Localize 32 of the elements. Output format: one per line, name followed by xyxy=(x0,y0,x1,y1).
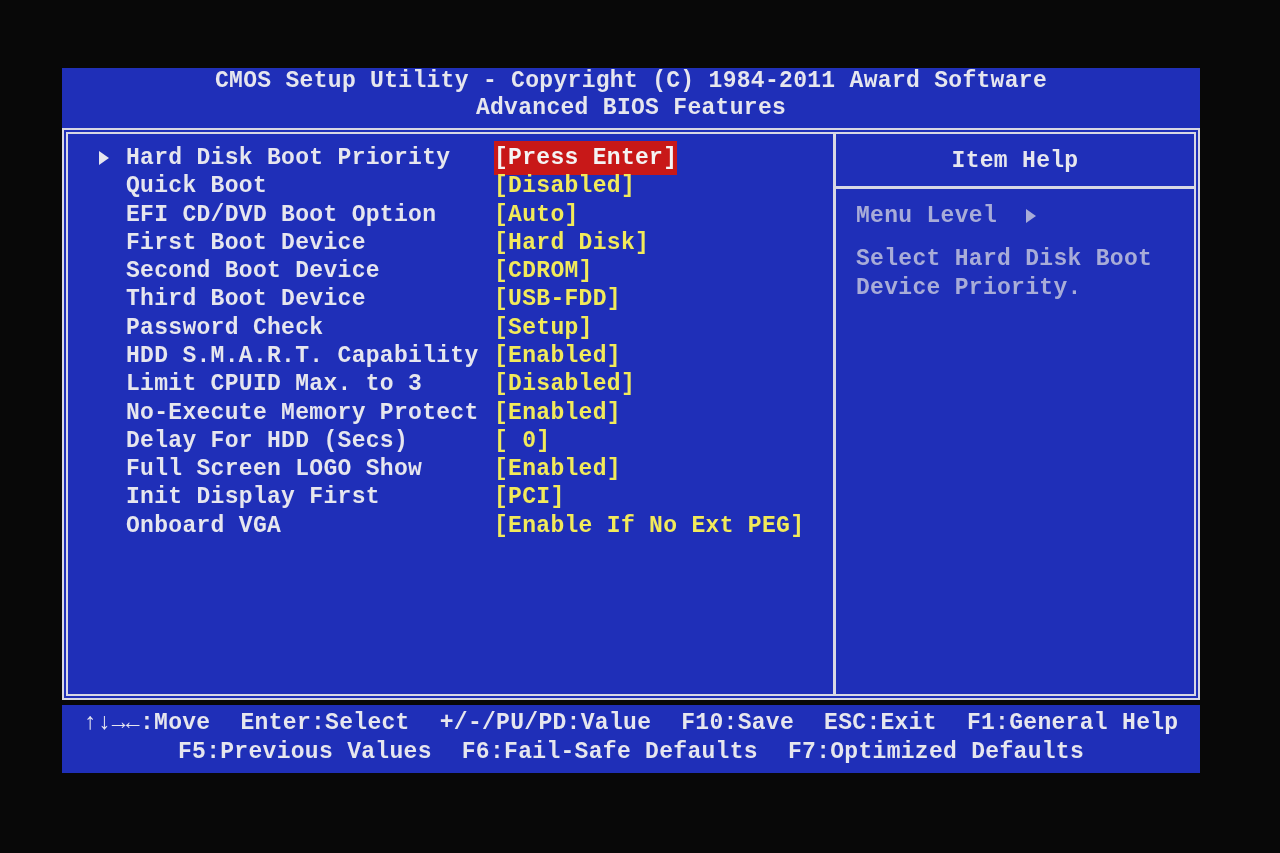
key-hint: F5:Previous Values xyxy=(177,738,432,767)
setting-label: Third Boot Device xyxy=(126,285,367,315)
menu-level-arrow-icon xyxy=(1025,208,1038,224)
setting-label: Password Check xyxy=(126,313,325,343)
screen-subtitle: Advanced BIOS Features xyxy=(475,95,787,121)
submenu-arrow-icon xyxy=(98,150,110,167)
key-hint: ESC:Exit xyxy=(824,709,937,738)
setting-label: Onboard VGA xyxy=(126,511,283,541)
setting-label: Second Boot Device xyxy=(126,257,381,287)
menu-level-label: Menu Level xyxy=(856,201,998,231)
setting-label: HDD S.M.A.R.T. Capability xyxy=(126,342,480,371)
key-hint: Enter:Select xyxy=(240,709,410,738)
setting-label: EFI CD/DVD Boot Option xyxy=(126,200,438,230)
key-hint: F6:Fail-Safe Defaults xyxy=(461,738,758,767)
help-text: Select Hard Disk Boot Device Priority. xyxy=(855,245,1154,303)
setting-label: Hard Disk Boot Priority xyxy=(126,143,452,173)
key-hint: ↑↓→←:Move xyxy=(83,709,211,738)
screen-title: CMOS Setup Utility - Copyright (C) 1984-2011 Award Software xyxy=(214,68,1047,94)
setting-label: Full Screen LOGO Show xyxy=(126,455,424,485)
help-title: Item Help xyxy=(836,134,1194,189)
setting-label: First Boot Device xyxy=(126,228,367,258)
setting-value[interactable]: [USB-FDD] xyxy=(494,282,621,317)
key-hint: F1:General Help xyxy=(966,709,1179,738)
key-hint: +/-/PU/PD:Value xyxy=(439,709,652,738)
setting-label: Quick Boot xyxy=(126,172,269,202)
setting-label: Limit CPUID Max. to 3 xyxy=(126,370,424,400)
setting-label: Delay For HDD (Secs) xyxy=(126,426,410,456)
key-hint: F10:Save xyxy=(681,709,795,738)
setting-value[interactable]: [Disabled] xyxy=(494,367,636,402)
setting-label: No-Execute Memory Protect xyxy=(126,398,480,428)
key-hint: F7:Optimized Defaults xyxy=(787,738,1085,767)
setting-label: Init Display First xyxy=(126,483,381,513)
